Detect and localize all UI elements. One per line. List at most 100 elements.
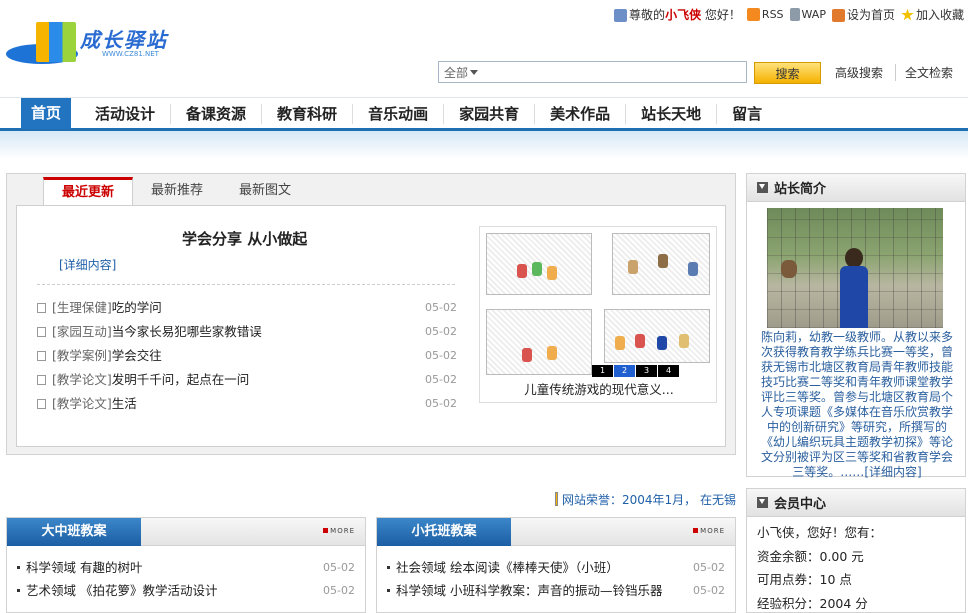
honor-icon bbox=[555, 492, 558, 506]
nav-item-art-works[interactable]: 美术作品 bbox=[535, 103, 627, 124]
nav-item-guestbook[interactable]: 留言 bbox=[717, 104, 777, 124]
sub-banner bbox=[0, 131, 968, 159]
slide-pager: 1 2 3 4 bbox=[592, 365, 680, 377]
nav-item-home-school[interactable]: 家园共育 bbox=[444, 103, 536, 124]
phone-icon bbox=[789, 8, 800, 21]
slide-caption[interactable]: 儿童传统游戏的现代意义... bbox=[480, 379, 718, 398]
member-coupons: 可用点券：10 点 bbox=[757, 572, 852, 587]
document-icon bbox=[37, 303, 46, 313]
wap-link[interactable]: WAP bbox=[789, 7, 826, 21]
latest-updates-panel: 最近更新 最新推荐 最新图文 学会分享 从小做起 [详细内容] [生理保健] 吃的… bbox=[6, 173, 736, 455]
more-link[interactable]: MORE bbox=[323, 527, 355, 535]
lesson-list: 科学领域 有趣的树叶 05-02 艺术领域 《拍花箩》教学活动设计 05-02 bbox=[7, 546, 365, 602]
tab-latest-updates[interactable]: 最近更新 bbox=[43, 177, 134, 206]
username-link[interactable]: 小飞侠 bbox=[665, 8, 701, 22]
fulltext-search-link[interactable]: 全文检索 bbox=[895, 64, 953, 81]
list-item[interactable]: [家园互动] 当今家长易犯哪些家教错误 05-02 bbox=[37, 320, 457, 344]
slide-page-2[interactable]: 2 bbox=[614, 365, 635, 377]
document-icon bbox=[37, 399, 46, 409]
list-item[interactable]: 科学领域 有趣的树叶 05-02 bbox=[17, 556, 355, 579]
search-button[interactable]: 搜索 bbox=[754, 62, 821, 84]
home-icon bbox=[831, 8, 845, 22]
slide-illustration bbox=[486, 309, 592, 375]
list-item[interactable]: [教学案例] 学会交往 05-02 bbox=[37, 344, 457, 368]
add-favorite-link[interactable]: 加入收藏 bbox=[901, 6, 964, 23]
document-icon bbox=[37, 351, 46, 361]
bullet-icon bbox=[387, 566, 390, 569]
list-item[interactable]: [教学论文] 生活 05-02 bbox=[37, 392, 457, 416]
list-item[interactable]: 艺术领域 《拍花箩》教学活动设计 05-02 bbox=[17, 579, 355, 602]
list-item[interactable]: 社会领域 绘本阅读《棒棒天使》（小班） 05-02 bbox=[387, 556, 725, 579]
tab-latest-recommended[interactable]: 最新推荐 bbox=[133, 177, 221, 205]
headline-detail-link[interactable]: [详细内容] bbox=[59, 256, 116, 273]
senior-class-lessons-panel: 大中班教案 MORE 科学领域 有趣的树叶 05-02 艺术领域 《拍花箩》教学活… bbox=[6, 517, 366, 613]
slide-page-3[interactable]: 3 bbox=[636, 365, 657, 377]
document-icon bbox=[37, 375, 46, 385]
bio-detail-link[interactable]: [详细内容] bbox=[864, 465, 921, 479]
latest-content: 学会分享 从小做起 [详细内容] [生理保健] 吃的学问 05-02 [家园互动] 当… bbox=[16, 205, 726, 447]
chevron-down-icon bbox=[470, 69, 479, 75]
document-icon bbox=[37, 327, 46, 337]
member-center-panel: 会员中心 小飞侠，您好！您有： 资金余额：0.00 元 可用点券：10 点 经验… bbox=[746, 488, 966, 613]
slide-page-1[interactable]: 1 bbox=[592, 365, 613, 377]
panel-title[interactable]: 大中班教案 bbox=[7, 518, 141, 546]
site-url: WWW.CZ81.NET bbox=[102, 50, 159, 58]
site-honor-marquee: 网站荣誉：2004年1月， 在无锡 bbox=[555, 491, 736, 507]
rss-icon bbox=[746, 8, 760, 21]
search-box: 全部 bbox=[438, 61, 747, 83]
nav-item-music-animation[interactable]: 音乐动画 bbox=[353, 103, 445, 124]
webmaster-profile-panel: 站长简介 陈向莉，幼教一级教师。从教以来多次获得教育教学练兵比赛一等奖，曾获无锡… bbox=[746, 173, 966, 479]
member-greeting: 小飞侠，您好！您有： bbox=[757, 525, 883, 540]
search-input[interactable] bbox=[483, 63, 746, 81]
slide-illustration bbox=[486, 233, 592, 295]
slide-illustration bbox=[612, 233, 710, 295]
headline-title[interactable]: 学会分享 从小做起 bbox=[182, 228, 307, 249]
latest-tabs: 最近更新 最新推荐 最新图文 bbox=[43, 177, 309, 206]
search-scope-select[interactable]: 全部 bbox=[439, 64, 483, 81]
main-nav: 首页 活动设计 备课资源 教育科研 音乐动画 家园共育 美术作品 站长天地 留言 bbox=[0, 97, 968, 131]
advanced-search-link[interactable]: 高级搜索 bbox=[835, 64, 883, 81]
rss-link[interactable]: RSS bbox=[746, 7, 784, 21]
nav-item-home[interactable]: 首页 bbox=[21, 98, 72, 129]
slide-illustration bbox=[604, 309, 710, 363]
user-icon bbox=[614, 8, 628, 22]
site-name: 成长驿站 bbox=[80, 28, 168, 52]
slide-page-4[interactable]: 4 bbox=[658, 365, 679, 377]
member-balance: 资金余额：0.00 元 bbox=[757, 548, 864, 564]
nav-item-activity-design[interactable]: 活动设计 bbox=[80, 103, 172, 124]
monkey-figure bbox=[781, 260, 797, 278]
list-item[interactable]: [生理保健] 吃的学问 05-02 bbox=[37, 296, 457, 320]
collapse-arrow-icon[interactable] bbox=[757, 182, 768, 193]
webmaster-photo bbox=[767, 208, 943, 328]
list-item[interactable]: 科学领域 小班科学教案：声音的振动—铃铛乐器 05-02 bbox=[387, 579, 725, 602]
latest-list: [生理保健] 吃的学问 05-02 [家园互动] 当今家长易犯哪些家教错误 05-02 … bbox=[37, 296, 457, 416]
list-item[interactable]: [教学论文] 发明千千问，起点在一问 05-02 bbox=[37, 368, 457, 392]
nav-item-lesson-resources[interactable]: 备课资源 bbox=[171, 103, 263, 124]
panel-header: 会员中心 bbox=[747, 489, 965, 517]
logo-building-icon bbox=[36, 22, 76, 62]
picture-slideshow[interactable]: 1 2 3 4 儿童传统游戏的现代意义... bbox=[479, 226, 717, 403]
top-links: 尊敬的小飞侠 您好！ RSS WAP 设为首页 加入收藏 bbox=[614, 5, 964, 23]
more-link[interactable]: MORE bbox=[693, 527, 725, 535]
divider bbox=[37, 284, 455, 285]
member-points: 经验积分：2004 分 bbox=[757, 595, 868, 611]
set-homepage-link[interactable]: 设为首页 bbox=[831, 6, 895, 23]
bullet-icon bbox=[17, 566, 20, 569]
lesson-list: 社会领域 绘本阅读《棒棒天使》（小班） 05-02 科学领域 小班科学教案：声音的… bbox=[377, 546, 735, 602]
panel-header: 小托班教案 MORE bbox=[377, 518, 735, 546]
panel-header: 大中班教案 MORE bbox=[7, 518, 365, 546]
bullet-icon bbox=[387, 589, 390, 592]
webmaster-bio: 陈向莉，幼教一级教师。从教以来多次获得教育教学练兵比赛一等奖，曾获无锡市北塘区教… bbox=[760, 330, 953, 479]
panel-header: 站长简介 bbox=[747, 174, 965, 202]
star-icon bbox=[901, 8, 914, 21]
bullet-icon bbox=[17, 589, 20, 592]
junior-class-lessons-panel: 小托班教案 MORE 社会领域 绘本阅读《棒棒天使》（小班） 05-02 科学领域… bbox=[376, 517, 736, 613]
member-info: 小飞侠，您好！您有： 资金余额：0.00 元 可用点券：10 点 经验积分：20… bbox=[747, 517, 965, 613]
nav-item-education-research[interactable]: 教育科研 bbox=[262, 103, 354, 124]
collapse-arrow-icon[interactable] bbox=[757, 497, 768, 508]
nav-item-webmaster[interactable]: 站长天地 bbox=[626, 103, 718, 124]
site-logo[interactable]: 成长驿站 WWW.CZ81.NET bbox=[6, 14, 196, 70]
panel-title[interactable]: 小托班教案 bbox=[377, 518, 511, 546]
tab-latest-pictures[interactable]: 最新图文 bbox=[221, 177, 309, 205]
user-greeting: 尊敬的小飞侠 您好！ bbox=[614, 6, 741, 23]
